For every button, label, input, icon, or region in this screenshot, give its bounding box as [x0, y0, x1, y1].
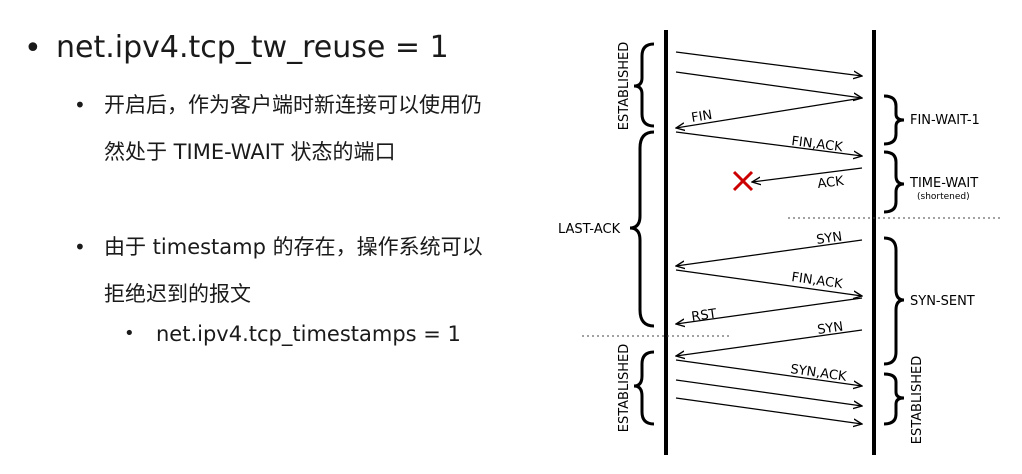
data-arrow	[675, 51, 862, 76]
msg-syn-2: SYN	[816, 319, 844, 337]
brace-syn-sent	[883, 236, 905, 366]
sub-sub-bullet-text: net.ipv4.tcp_timestamps = 1	[156, 322, 461, 346]
sub-bullet-text: 由于 timestamp 的存在，操作系统可以拒绝迟到的报文	[104, 235, 483, 306]
msg-fin-ack-2: FIN,ACK	[790, 270, 843, 292]
state-syn-sent: SYN-SENT	[910, 294, 975, 309]
tcp-sequence-diagram: ESTABLISHED LAST-ACK ESTABLISHED FIN-WAI…	[558, 30, 1000, 455]
brace-established-bottom	[633, 350, 655, 426]
state-established-right: ESTABLISHED	[910, 356, 925, 445]
bullet-list: • net.ipv4.tcp_tw_reuse = 1 • 开启后，作为客户端时…	[0, 0, 560, 474]
sub-bullet-1: • 开启后，作为客户端时新连接可以使用仍然处于 TIME-WAIT 状态的端口	[0, 82, 560, 223]
msg-syn-ack: SYN,ACK	[789, 362, 847, 385]
brace-established-top	[633, 42, 655, 128]
brace-last-ack	[629, 130, 655, 328]
state-established-bottom: ESTABLISHED	[617, 344, 632, 433]
msg-ack: ACK	[817, 174, 845, 192]
sub-bullet-2: • 由于 timestamp 的存在，操作系统可以拒绝迟到的报文	[0, 224, 560, 318]
bullet-dot: •	[74, 93, 86, 117]
bullet-text: net.ipv4.tcp_tw_reuse = 1	[56, 30, 449, 65]
brace-fin-wait-1	[883, 94, 905, 146]
msg-fin-ack-1: FIN,ACK	[791, 134, 844, 155]
lost-packet-icon	[732, 170, 754, 192]
data-arrow	[675, 71, 862, 98]
bullet-dot: •	[74, 235, 86, 259]
state-established-top: ESTABLISHED	[617, 42, 632, 131]
ack-arrow-lost	[752, 167, 863, 182]
msg-syn-1: SYN	[815, 229, 843, 247]
state-time-wait: TIME-WAIT	[909, 176, 978, 191]
state-last-ack: LAST-ACK	[558, 222, 621, 237]
sub-bullet-text: 开启后，作为客户端时新连接可以使用仍然处于 TIME-WAIT 状态的端口	[104, 93, 482, 164]
state-time-wait-note: (shortened)	[917, 192, 970, 202]
bullet-dot: •	[124, 323, 135, 344]
msg-fin: FIN	[690, 108, 713, 126]
bullet-dot: •	[24, 31, 42, 66]
brace-time-wait	[883, 150, 905, 214]
msg-rst: RST	[690, 307, 717, 325]
state-fin-wait-1: FIN-WAIT-1	[910, 113, 980, 128]
brace-established-right	[883, 372, 905, 426]
